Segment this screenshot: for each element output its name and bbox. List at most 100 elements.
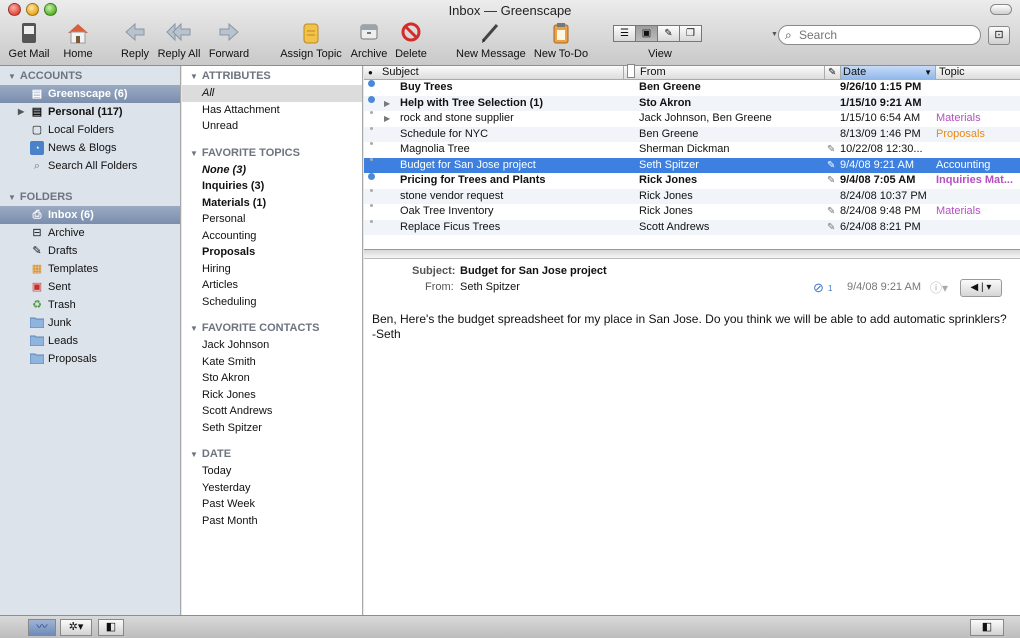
folder-leads[interactable]: Leads [0, 332, 180, 350]
folder-archive[interactable]: ⊟ Archive [0, 224, 180, 242]
archive-button[interactable]: Archive [349, 22, 389, 62]
topic-inquiries[interactable]: Inquiries (3) [182, 178, 362, 195]
list-view-icon[interactable]: ☰ [613, 25, 636, 42]
sort-descending-icon: ▼ [924, 68, 932, 77]
folder-templates[interactable]: ▦ Templates [0, 260, 180, 278]
contact-kate-smith[interactable]: Kate Smith [182, 354, 362, 371]
topic-scheduling[interactable]: Scheduling [182, 294, 362, 311]
paperclip-icon: ✎ [827, 206, 836, 217]
accounts-section-header[interactable]: ▼ ACCOUNTS [0, 68, 180, 85]
message-row[interactable]: Buy Trees Ben Greene 9/26/10 1:15 PM [364, 80, 1020, 96]
search-all-folders[interactable]: ⌕ Search All Folders [0, 157, 180, 175]
forward-button[interactable]: Forward [206, 22, 252, 62]
contact-seth-spitzer[interactable]: Seth Spitzer [182, 420, 362, 437]
contact-sto-akron[interactable]: Sto Akron [182, 370, 362, 387]
message-row[interactable]: Schedule for NYC Ben Greene 8/13/09 1:46 P… [364, 126, 1020, 142]
folder-inbox[interactable]: ⎙ Inbox (6) [0, 206, 180, 224]
reply-menu-button[interactable]: ◀ | ▾ [960, 279, 1002, 297]
date-past-month[interactable]: Past Month [182, 513, 362, 530]
advanced-search-button[interactable]: ⊡ [988, 26, 1010, 45]
folder-sent[interactable]: ▣ Sent [0, 278, 180, 296]
date-today[interactable]: Today [182, 463, 362, 480]
thread-disclosure-icon[interactable]: ▶ [384, 111, 390, 127]
toolbar-toggle-button[interactable] [990, 4, 1012, 15]
topic-none[interactable]: None (3) [182, 162, 362, 179]
folder-trash[interactable]: ♻ Trash [0, 296, 180, 314]
topic-personal[interactable]: Personal [182, 211, 362, 228]
date-past-week[interactable]: Past Week [182, 496, 362, 513]
message-row[interactable]: ▶ rock and stone supplier Jack Johnson, Be… [364, 111, 1020, 127]
news-and-blogs[interactable]: ◔ News & Blogs [0, 139, 180, 157]
paperclip-view-icon[interactable]: ✎ [657, 25, 680, 42]
info-icon[interactable]: ⓘ▾ [930, 279, 948, 296]
date-yesterday[interactable]: Yesterday [182, 480, 362, 497]
topic-column-header[interactable]: Topic [935, 66, 965, 80]
filter-unread[interactable]: Unread [182, 118, 362, 135]
folders-section-header[interactable]: ▼ FOLDERS [0, 189, 180, 206]
date-column-header[interactable]: Date ▼ [840, 66, 935, 80]
filter-has-attachment[interactable]: Has Attachment [182, 102, 362, 119]
from-status-column-header[interactable] [623, 64, 635, 80]
folder-drafts[interactable]: ✎ Drafts [0, 242, 180, 260]
reply-all-button[interactable]: Reply All [156, 22, 202, 62]
filter-all[interactable]: All [182, 85, 362, 102]
topic-accounting[interactable]: Accounting [182, 228, 362, 245]
pane-splitter[interactable] [364, 249, 1020, 259]
message-row[interactable]: Replace Ficus Trees Scott Andrews ✎ 6/24/08… [364, 219, 1020, 235]
topic-hiring[interactable]: Hiring [182, 261, 362, 278]
folder-proposals[interactable]: Proposals [0, 350, 180, 368]
topic-icon [298, 22, 324, 46]
search-input[interactable] [799, 28, 974, 42]
archive-icon: ⊟ [32, 227, 42, 239]
reply-button[interactable]: Reply [118, 22, 152, 62]
account-personal[interactable]: ▶ ▤ Personal (117) [0, 103, 180, 121]
message-row[interactable]: ▶ Help with Tree Selection (1) Sto Akron 1/… [364, 95, 1020, 112]
gear-icon[interactable]: ✲▾ [60, 619, 92, 636]
thread-disclosure-icon[interactable]: ▶ [384, 96, 390, 112]
paperclip-icon[interactable]: ⊘ [813, 280, 824, 296]
disclosure-triangle-icon[interactable]: ▶ [18, 103, 24, 121]
favorite-contacts-header[interactable]: ▼ FAVORITE CONTACTS [182, 320, 362, 337]
folder-junk[interactable]: Junk [0, 314, 180, 332]
topic-materials[interactable]: Materials (1) [182, 195, 362, 212]
contact-jack-johnson[interactable]: Jack Johnson [182, 337, 362, 354]
assign-topic-button[interactable]: Assign Topic [278, 22, 344, 62]
disclosure-triangle-icon: ▼ [190, 324, 198, 333]
activity-icon[interactable]: 〰 [28, 619, 56, 636]
message-list-header: ● Subject From ✎ Date ▼ Topic [364, 64, 1020, 80]
status-column-header[interactable]: ● [368, 66, 373, 80]
message-row[interactable]: stone vendor request Rick Jones 8/24/08 10… [364, 188, 1020, 204]
message-row[interactable]: Pricing for Trees and Plants Rick Jones ✎ 9… [364, 173, 1020, 189]
home-button[interactable]: Home [60, 22, 96, 62]
favorite-topics-header[interactable]: ▼ FAVORITE TOPICS [182, 145, 362, 162]
sidebar-toggle-icon[interactable]: ◧ [98, 619, 124, 636]
search-scope-dropdown-icon[interactable]: ▼ [771, 31, 778, 38]
reply-icon [122, 22, 148, 46]
folder-icon [29, 334, 45, 348]
attributes-header[interactable]: ▼ ATTRIBUTES [182, 68, 362, 85]
topic-articles[interactable]: Articles [182, 277, 362, 294]
attachment-column-header[interactable]: ✎ [824, 66, 836, 80]
panel-toggle-icon[interactable]: ◧ [970, 619, 1004, 636]
contact-scott-andrews[interactable]: Scott Andrews [182, 403, 362, 420]
local-folders[interactable]: ▢ Local Folders [0, 121, 180, 139]
from-column-header[interactable]: From [640, 66, 666, 80]
new-message-button[interactable]: New Message [456, 22, 526, 62]
view-label: View [648, 48, 672, 60]
new-todo-button[interactable]: New To-Do [530, 22, 592, 62]
subject-column-header[interactable]: Subject [382, 66, 419, 80]
message-row[interactable]: Oak Tree Inventory Rick Jones ✎ 8/24/08 9:4… [364, 204, 1020, 220]
contact-rick-jones[interactable]: Rick Jones [182, 387, 362, 404]
message-date: 8/24/08 9:48 PM [840, 205, 921, 217]
date-header[interactable]: ▼ DATE [182, 446, 362, 463]
window-view-icon[interactable]: ❐ [679, 25, 702, 42]
delete-button[interactable]: Delete [394, 22, 428, 62]
message-row[interactable]: Budget for San Jose project Seth Spitzer ✎… [364, 157, 1020, 173]
preview-view-icon[interactable]: ▣ [635, 25, 658, 42]
search-field[interactable]: ⌕ [778, 25, 981, 45]
get-mail-button[interactable]: Get Mail [6, 22, 52, 62]
account-greenscape[interactable]: ▤ Greenscape (6) [0, 85, 180, 103]
preview-from[interactable]: Seth Spitzer [460, 281, 520, 293]
message-row[interactable]: Magnolia Tree Sherman Dickman ✎ 10/22/08 12… [364, 142, 1020, 158]
topic-proposals[interactable]: Proposals [182, 244, 362, 261]
